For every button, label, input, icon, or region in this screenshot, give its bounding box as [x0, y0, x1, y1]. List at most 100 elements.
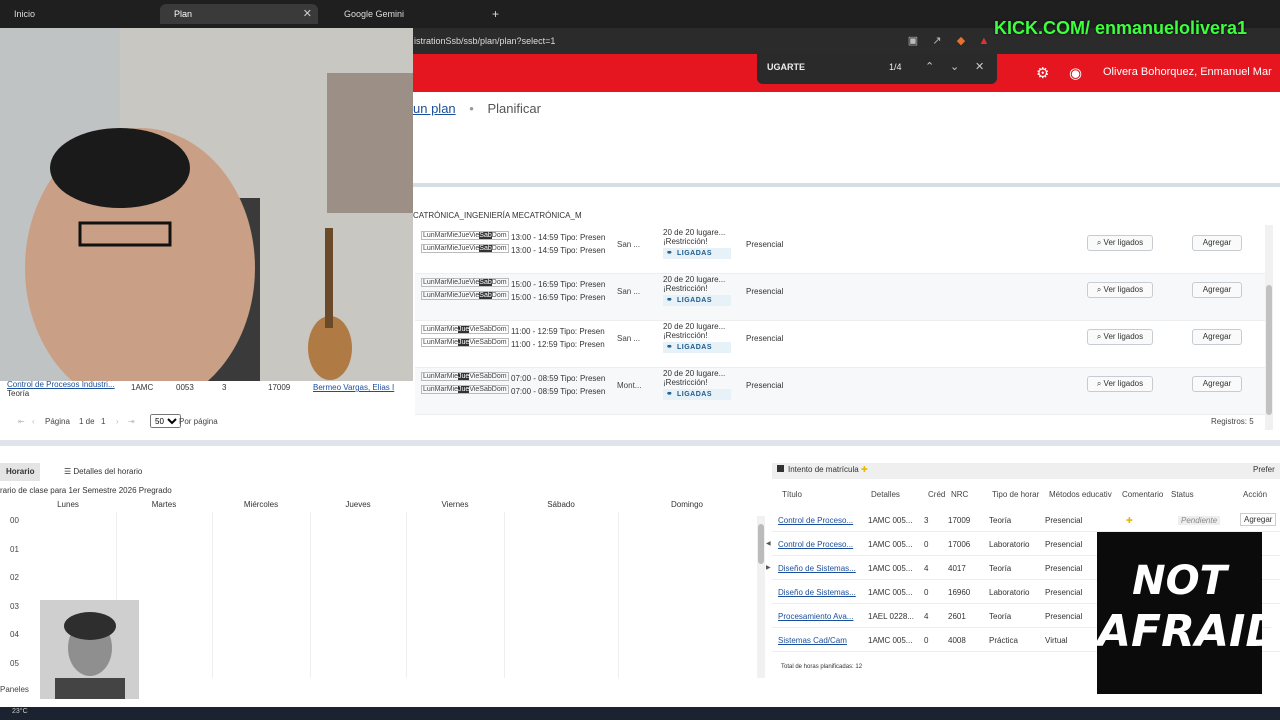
column-header[interactable]: Status: [1171, 490, 1194, 499]
panels-label[interactable]: Paneles: [0, 685, 29, 694]
next-page-icon[interactable]: ›: [116, 417, 119, 426]
day-header: Domingo: [670, 500, 703, 509]
instructor-link[interactable]: Bermeo Vargas, Elias I: [313, 383, 394, 392]
meeting-time: 07:00 - 08:59 Tipo: Presen: [511, 387, 606, 396]
gear-icon[interactable]: ⚙: [1036, 64, 1049, 82]
share-icon[interactable]: ↗: [930, 34, 944, 48]
cell-nrc: 17009: [948, 516, 971, 525]
close-tab-icon[interactable]: ✕: [303, 4, 312, 24]
first-page-icon[interactable]: ⇤: [18, 417, 25, 426]
column-header[interactable]: Comentario: [1122, 490, 1163, 499]
cell-title[interactable]: Control de Proceso...: [778, 516, 853, 525]
column-header[interactable]: Detalles: [871, 490, 900, 499]
cell-title[interactable]: Control de Proceso...: [778, 540, 853, 549]
grid-line: [310, 512, 311, 678]
cell-title[interactable]: Diseño de Sistemas...: [778, 588, 856, 597]
add-note-icon[interactable]: ✚: [861, 465, 868, 474]
instruction-mode: Presencial: [746, 287, 784, 296]
day-header: Miércoles: [243, 500, 279, 509]
action-select[interactable]: Agregar: [1240, 513, 1277, 526]
tab-google-gemini[interactable]: Google Gemini: [330, 4, 490, 24]
cell-type: Práctica: [989, 636, 1018, 645]
preferences-link[interactable]: Prefer: [1253, 465, 1275, 474]
panel-icon: [777, 465, 784, 472]
grid-line: [212, 512, 213, 678]
credits: 3: [222, 383, 227, 392]
brave-shield-icon[interactable]: ◆: [954, 34, 968, 48]
day-header: Jueves: [345, 500, 371, 509]
user-avatar-icon[interactable]: ◉: [1069, 64, 1082, 82]
view-linked-button[interactable]: ⌕ Ver ligados: [1087, 282, 1153, 298]
ligadas-badge[interactable]: LIGADAS: [663, 247, 731, 259]
add-button[interactable]: Agregar: [1192, 329, 1242, 345]
breadcrumb-link[interactable]: un plan: [413, 101, 456, 116]
cell-type: Teoría: [989, 516, 1012, 525]
capacity: 20 de 20 lugare... ¡Restricción!: [663, 369, 726, 387]
column-header[interactable]: Tipo de horar: [992, 490, 1039, 499]
find-query[interactable]: UGARTE: [767, 62, 805, 72]
find-next-icon[interactable]: ⌄: [950, 60, 959, 73]
total-hours: Total de horas planificadas: 12: [781, 664, 863, 670]
cell-details: 1AMC 005...: [868, 588, 913, 597]
find-close-icon[interactable]: ✕: [975, 60, 984, 73]
per-page-select[interactable]: 50: [150, 414, 181, 428]
meeting-time: 13:00 - 14:59 Tipo: Presen: [511, 233, 606, 242]
cell-title[interactable]: Sistemas Cad/Cam: [778, 636, 847, 645]
column-header[interactable]: Título: [782, 490, 802, 499]
collapse-arrow-icon[interactable]: ▶: [766, 564, 772, 571]
brave-rewards-icon[interactable]: ▲: [977, 34, 991, 48]
hour-label: 02: [10, 573, 19, 582]
view-linked-button[interactable]: ⌕ Ver ligados: [1087, 235, 1153, 251]
column-header[interactable]: Créd: [928, 490, 945, 499]
campus: San ...: [617, 240, 641, 249]
translate-icon[interactable]: ▣: [906, 34, 920, 48]
tab-inicio[interactable]: Inicio: [0, 4, 150, 24]
days-of-week: LunMarMieJueVieSabDom: [421, 278, 509, 287]
view-linked-button[interactable]: ⌕ Ver ligados: [1087, 376, 1153, 392]
panel-splitter[interactable]: [0, 440, 1280, 446]
capacity: 20 de 20 lugare... ¡Restricción!: [663, 228, 726, 246]
course-title-link[interactable]: Control de Procesos Industri...: [7, 380, 115, 389]
cell-credits: 3: [924, 516, 929, 525]
section-row: LunMarMieJueVieSabDom 15:00 - 16:59 Tipo:…: [415, 274, 1265, 321]
status-badge: Pendiente: [1178, 516, 1221, 525]
user-name[interactable]: Olivera Bohorquez, Enmanuel Mar: [1103, 66, 1272, 78]
instruction-mode: Presencial: [746, 381, 784, 390]
schedule-scrollbar[interactable]: [757, 516, 765, 678]
last-page-icon[interactable]: ⇥: [128, 417, 135, 426]
campus: San ...: [617, 334, 641, 343]
view-linked-button[interactable]: ⌕ Ver ligados: [1087, 329, 1153, 345]
days-of-week: LunMarMieJueVieSabDom: [421, 385, 509, 394]
grid-line: [406, 512, 407, 678]
tab-plan[interactable]: Plan ✕: [160, 4, 318, 24]
tab-horario[interactable]: Horario: [0, 463, 41, 481]
ligadas-badge[interactable]: LIGADAS: [663, 388, 731, 400]
expand-arrow-icon[interactable]: ◀: [766, 540, 772, 547]
cell-title[interactable]: Procesamiento Ava...: [778, 612, 853, 621]
cell-method: Presencial: [1045, 612, 1083, 621]
column-header[interactable]: Métodos educativ: [1049, 490, 1112, 499]
url-field[interactable]: istrationSsb/ssb/plan/plan?select=1: [414, 33, 904, 49]
cell-method: Presencial: [1045, 540, 1083, 549]
new-tab-button[interactable]: +: [492, 4, 512, 24]
ligadas-badge[interactable]: LIGADAS: [663, 294, 731, 306]
add-button[interactable]: Agregar: [1192, 282, 1242, 298]
column-header[interactable]: Acción: [1243, 490, 1267, 499]
ligadas-badge[interactable]: LIGADAS: [663, 341, 731, 353]
column-header[interactable]: NRC: [951, 490, 968, 499]
add-button[interactable]: Agregar: [1192, 235, 1242, 251]
capacity: 20 de 20 lugare... ¡Restricción!: [663, 275, 726, 293]
grid-line: [618, 512, 619, 678]
subject: 1AMC: [131, 383, 154, 392]
results-scrollbar[interactable]: [1265, 225, 1273, 430]
page-current[interactable]: 1 de: [79, 417, 95, 426]
comment-icon[interactable]: ✚: [1126, 516, 1133, 525]
cell-details: 1AMC 005...: [868, 516, 913, 525]
add-button[interactable]: Agregar: [1192, 376, 1242, 392]
find-prev-icon[interactable]: ⌃: [925, 60, 934, 73]
cell-title[interactable]: Diseño de Sistemas...: [778, 564, 856, 573]
pager: ⇤ ‹ Página 1 de 1 › ⇥ 50 Por página Regi…: [0, 413, 1280, 431]
tab-detalles-horario[interactable]: ☰ Detalles del horario: [58, 463, 148, 481]
campus: San ...: [617, 287, 641, 296]
prev-page-icon[interactable]: ‹: [32, 417, 35, 426]
